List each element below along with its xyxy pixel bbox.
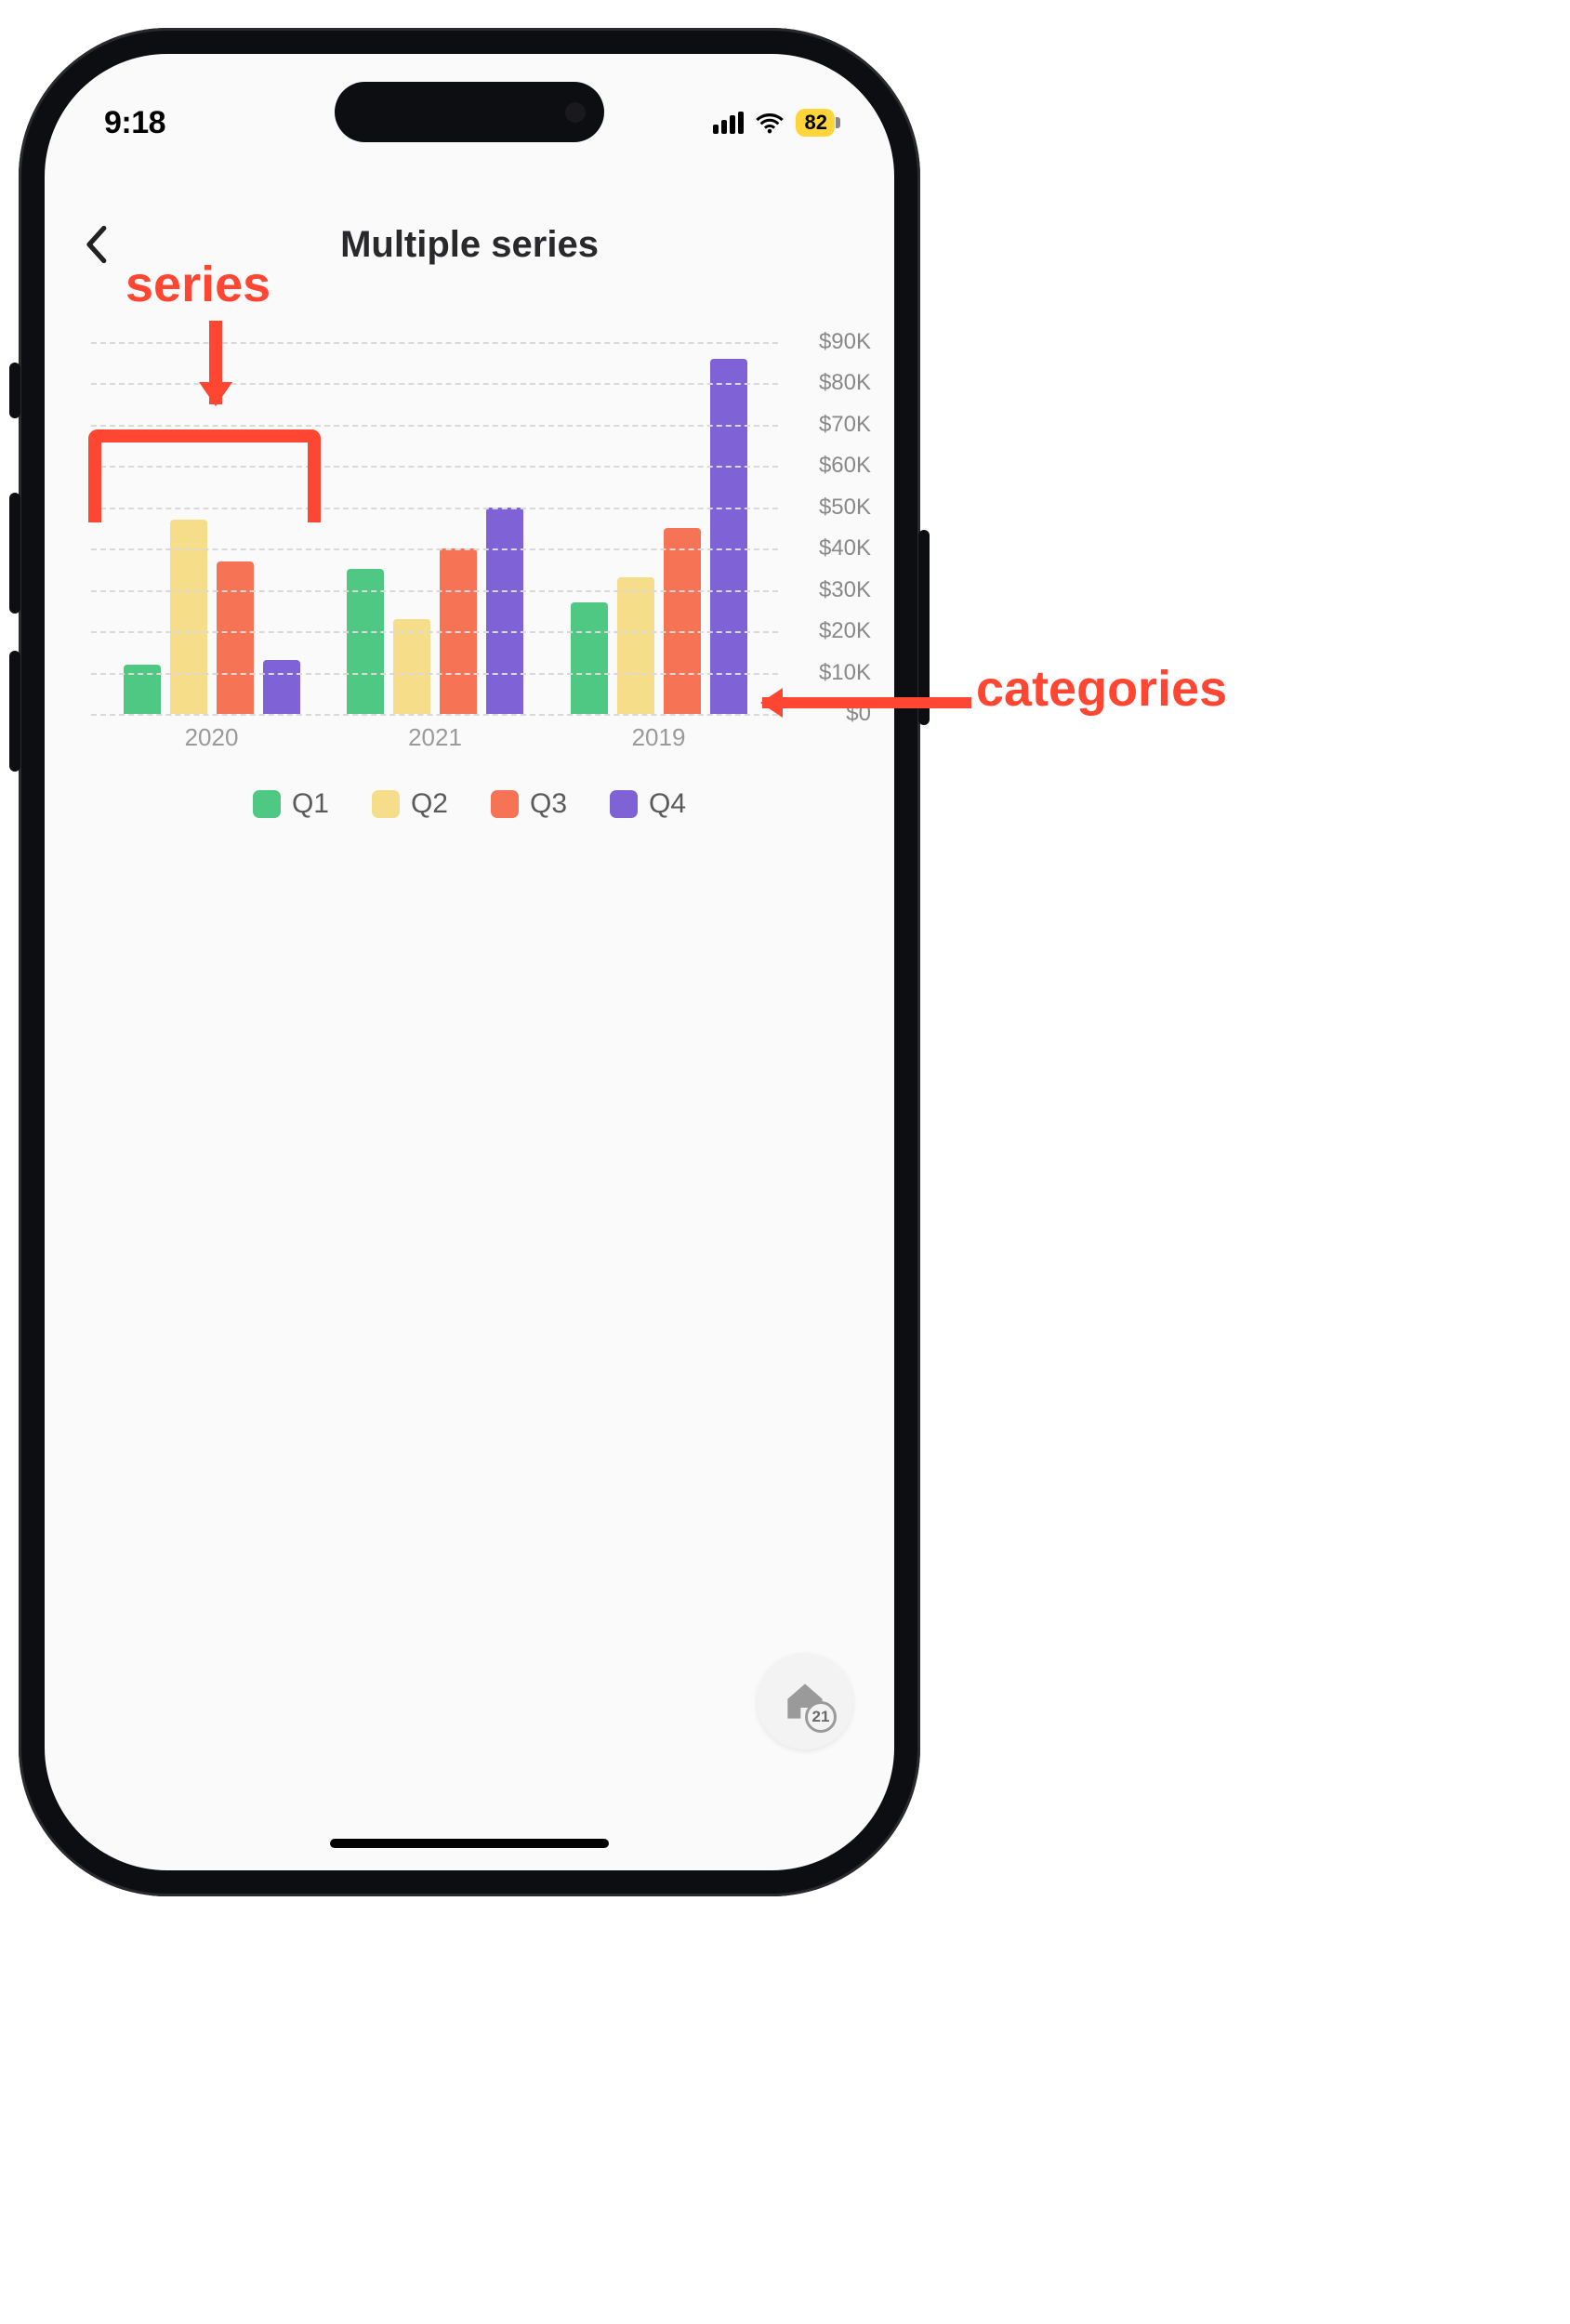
legend-item[interactable]: Q3: [491, 788, 567, 820]
bar[interactable]: [710, 359, 747, 714]
bar[interactable]: [263, 660, 300, 714]
legend-swatch: [253, 790, 281, 818]
battery-indicator: 82: [796, 109, 835, 137]
y-axis-label: $90K: [819, 329, 871, 355]
page-title: Multiple series: [340, 224, 599, 266]
y-axis-label: $10K: [819, 660, 871, 686]
gridline: [91, 548, 778, 550]
legend-swatch: [372, 790, 400, 818]
y-axis-label: $20K: [819, 618, 871, 644]
volume-up-button: [9, 493, 20, 614]
home-indicator[interactable]: [330, 1839, 609, 1848]
phone-screen: 9:18 82 Multiple se: [45, 54, 894, 1870]
annotation-series-label: series: [125, 256, 270, 313]
wifi-icon: [755, 112, 785, 134]
y-axis-label: $70K: [819, 412, 871, 438]
bar[interactable]: [664, 528, 701, 714]
gridline: [91, 383, 778, 385]
annotation-series-bracket: [88, 429, 321, 522]
dynamic-island: [335, 82, 604, 142]
status-time: 9:18: [104, 105, 165, 141]
gridline: [91, 590, 778, 592]
legend-item[interactable]: Q2: [372, 788, 448, 820]
legend-swatch: [491, 790, 519, 818]
power-button: [918, 530, 930, 725]
chart-legend: Q1 Q2 Q3 Q4: [45, 788, 894, 820]
legend-label: Q2: [411, 788, 448, 820]
bar[interactable]: [486, 508, 523, 714]
legend-item[interactable]: Q1: [253, 788, 329, 820]
gridline: [91, 714, 778, 716]
chevron-left-icon: [84, 225, 108, 264]
legend-label: Q4: [649, 788, 686, 820]
gridline: [91, 425, 778, 427]
annotation-series-arrow: [209, 321, 222, 404]
home-fab[interactable]: 21: [757, 1653, 853, 1750]
legend-label: Q1: [292, 788, 329, 820]
x-axis-label: 2020: [185, 723, 239, 752]
annotation-categories-label: categories: [976, 660, 1227, 718]
gridline: [91, 631, 778, 633]
y-axis-label: $60K: [819, 453, 871, 479]
home-fab-badge: 21: [805, 1701, 837, 1733]
y-axis-label: $30K: [819, 577, 871, 603]
y-axis-label: $40K: [819, 535, 871, 561]
gridline: [91, 342, 778, 344]
legend-label: Q3: [530, 788, 567, 820]
bar[interactable]: [617, 577, 654, 714]
annotation-categories-arrow: [762, 697, 971, 708]
cellular-signal-icon: [713, 112, 744, 134]
back-button[interactable]: [73, 221, 119, 268]
volume-down-button: [9, 651, 20, 772]
legend-swatch: [610, 790, 638, 818]
x-axis-label: 2019: [632, 723, 686, 752]
bar[interactable]: [217, 561, 254, 714]
side-button: [9, 363, 20, 418]
bar[interactable]: [571, 602, 608, 714]
bar-category-group: [571, 359, 747, 714]
battery-percent: 82: [805, 111, 827, 135]
bar[interactable]: [393, 619, 430, 714]
gridline: [91, 673, 778, 675]
y-axis-label: $50K: [819, 495, 871, 521]
bar-category-group: [347, 508, 523, 714]
legend-item[interactable]: Q4: [610, 788, 686, 820]
y-axis-label: $80K: [819, 370, 871, 396]
x-axis-label: 2021: [408, 723, 462, 752]
